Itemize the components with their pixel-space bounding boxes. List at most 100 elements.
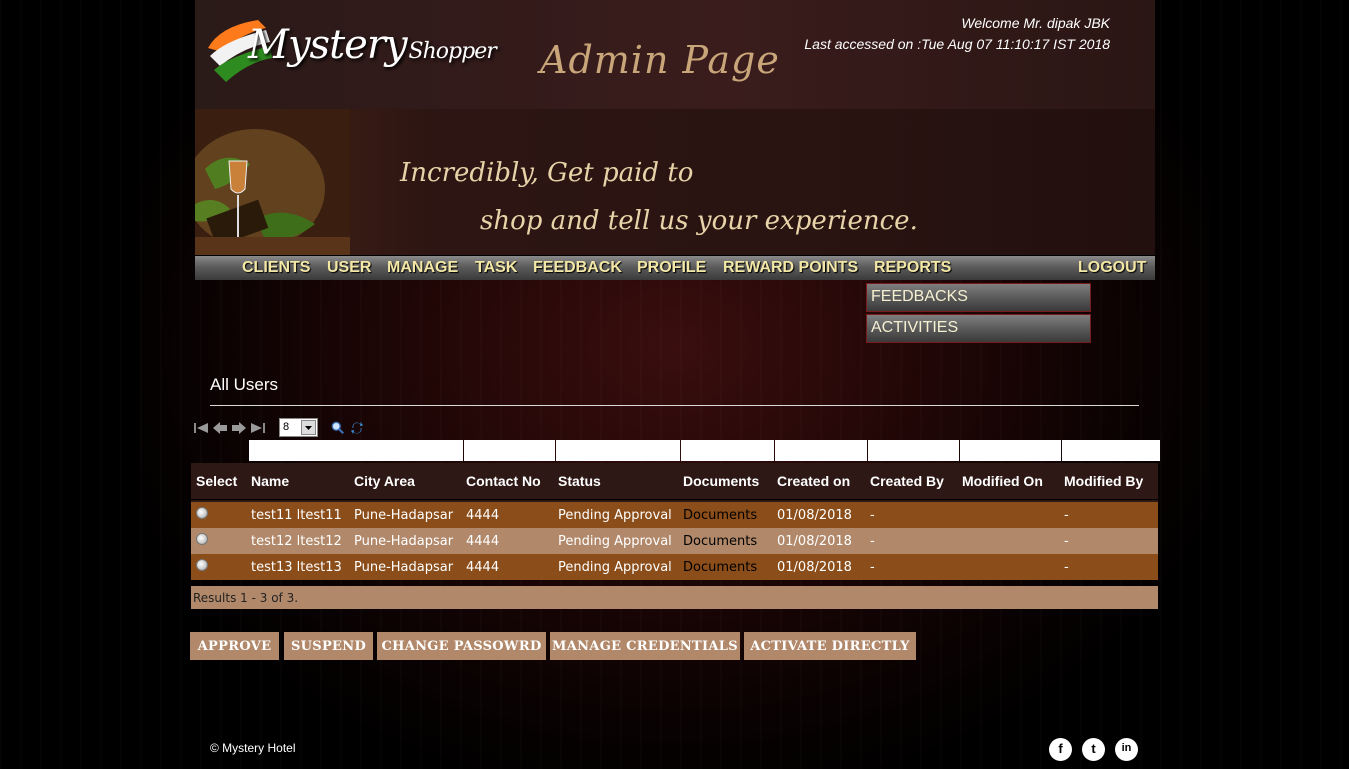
col-select[interactable]: Select <box>191 463 246 500</box>
documents-link[interactable]: Documents <box>683 560 757 575</box>
change-password-button[interactable]: CHANGE PASSOWRD <box>377 632 546 660</box>
nav-reward-points[interactable]: REWARD POINTS <box>723 259 858 277</box>
table-row[interactable]: test13 ltest13 Pune-Hadapsar 4444 Pendin… <box>191 554 1158 580</box>
cell-status: Pending Approval <box>553 502 678 528</box>
hero-banner: Incredibly, Get paid to shop and tell us… <box>195 109 1155 256</box>
cell-created-by: - <box>865 502 957 528</box>
cell-modified-by: - <box>1059 528 1158 554</box>
col-name[interactable]: Name <box>246 463 349 500</box>
welcome-panel: Welcome Mr. dipak JBK Last accessed on :… <box>804 13 1110 55</box>
dropdown-item-activities[interactable]: ACTIVITIES <box>866 314 1091 343</box>
logo-text: MysteryShopper <box>248 22 497 68</box>
documents-link[interactable]: Documents <box>683 534 757 549</box>
reports-dropdown: FEEDBACKS ACTIVITIES <box>866 283 1091 345</box>
welcome-text: Welcome Mr. dipak JBK <box>961 15 1110 31</box>
filter-status-input[interactable] <box>556 440 680 461</box>
cell-created-by: - <box>865 528 957 554</box>
filter-city-input[interactable] <box>352 440 463 461</box>
nav-clients[interactable]: CLIENTS <box>242 259 310 277</box>
page-size-value: 8 <box>283 421 290 433</box>
col-modified-by[interactable]: Modified By <box>1059 463 1158 500</box>
site-logo[interactable]: MysteryShopper <box>200 10 510 100</box>
manage-credentials-button[interactable]: MANAGE CREDENTIALS <box>550 632 740 660</box>
filter-documents-input[interactable] <box>681 440 774 461</box>
tagline-line-1: Incredibly, Get paid to <box>400 158 694 188</box>
col-city-area[interactable]: City Area <box>349 463 461 500</box>
row-select-radio[interactable] <box>196 533 208 545</box>
cell-modified-by: - <box>1059 554 1158 580</box>
filter-modified-by-input[interactable] <box>1062 440 1160 461</box>
nav-user[interactable]: USER <box>327 259 371 277</box>
cell-created-by: - <box>865 554 957 580</box>
next-page-icon[interactable] <box>231 421 247 435</box>
col-modified-on[interactable]: Modified On <box>957 463 1059 500</box>
documents-link[interactable]: Documents <box>683 508 757 523</box>
table-row[interactable]: test12 ltest12 Pune-Hadapsar 4444 Pendin… <box>191 528 1158 554</box>
cell-contact: 4444 <box>461 554 553 580</box>
filter-contact-input[interactable] <box>464 440 555 461</box>
nav-logout[interactable]: LOGOUT <box>1078 259 1146 277</box>
tagline-line-2: shop and tell us your experience. <box>480 206 918 236</box>
filter-modified-on-input[interactable] <box>960 440 1061 461</box>
cell-contact: 4444 <box>461 528 553 554</box>
last-page-icon[interactable] <box>250 421 266 435</box>
col-created-by[interactable]: Created By <box>865 463 957 500</box>
table-row[interactable]: test11 ltest11 Pune-Hadapsar 4444 Pendin… <box>191 502 1158 528</box>
twitter-icon[interactable]: t <box>1082 738 1105 761</box>
main-nav: CLIENTS USER MANAGE TASK FEEDBACK PROFIL… <box>195 256 1155 280</box>
search-icon[interactable] <box>330 421 346 435</box>
table-header-row: Select Name City Area Contact No Status … <box>191 463 1158 500</box>
first-page-icon[interactable] <box>193 421 209 435</box>
refresh-icon[interactable] <box>349 421 365 435</box>
cell-modified-on <box>957 554 1059 580</box>
cell-created-on: 01/08/2018 <box>772 528 865 554</box>
page-title: All Users <box>210 375 279 394</box>
row-select-radio[interactable] <box>196 507 208 519</box>
cell-status: Pending Approval <box>553 528 678 554</box>
chevron-down-icon <box>301 420 316 435</box>
facebook-icon[interactable]: f <box>1049 738 1072 761</box>
cell-created-on: 01/08/2018 <box>772 502 865 528</box>
cell-contact: 4444 <box>461 502 553 528</box>
page-size-select[interactable]: 8 <box>279 418 318 437</box>
cell-city: Pune-Hadapsar <box>349 528 461 554</box>
title-divider <box>210 405 1139 406</box>
filter-created-on-input[interactable] <box>775 440 867 461</box>
nav-task[interactable]: TASK <box>475 259 517 277</box>
linkedin-icon[interactable]: in <box>1115 738 1138 761</box>
nav-profile[interactable]: PROFILE <box>637 259 706 277</box>
users-table: Select Name City Area Contact No Status … <box>191 463 1158 580</box>
cell-modified-by: - <box>1059 502 1158 528</box>
cell-modified-on <box>957 528 1059 554</box>
banner-tagline: Incredibly, Get paid to shop and tell us… <box>400 149 918 245</box>
cell-modified-on <box>957 502 1059 528</box>
nav-reports[interactable]: REPORTS <box>874 259 951 277</box>
cell-status: Pending Approval <box>553 554 678 580</box>
cell-name: test12 ltest12 <box>246 528 349 554</box>
nav-feedback[interactable]: FEEDBACK <box>533 259 622 277</box>
cell-name: test11 ltest11 <box>246 502 349 528</box>
col-status[interactable]: Status <box>553 463 678 500</box>
footer-copyright: © Mystery Hotel <box>210 741 296 755</box>
admin-page-title: Admin Page <box>540 38 780 82</box>
approve-button[interactable]: APPROVE <box>190 632 279 660</box>
nav-manage[interactable]: MANAGE <box>387 259 458 277</box>
wine-glass-image <box>195 109 350 255</box>
cell-city: Pune-Hadapsar <box>349 554 461 580</box>
prev-page-icon[interactable] <box>212 421 228 435</box>
activate-directly-button[interactable]: ACTIVATE DIRECTLY <box>744 632 916 660</box>
cell-city: Pune-Hadapsar <box>349 502 461 528</box>
col-created-on[interactable]: Created on <box>772 463 865 500</box>
filter-name-input[interactable] <box>249 440 352 461</box>
filter-created-by-input[interactable] <box>868 440 959 461</box>
results-summary: Results 1 - 3 of 3. <box>191 586 1158 609</box>
cell-created-on: 01/08/2018 <box>772 554 865 580</box>
cell-name: test13 ltest13 <box>246 554 349 580</box>
suspend-button[interactable]: SUSPEND <box>284 632 373 660</box>
row-select-radio[interactable] <box>196 559 208 571</box>
site-header: MysteryShopper Admin Page Welcome Mr. di… <box>195 0 1155 109</box>
dropdown-item-feedbacks[interactable]: FEEDBACKS <box>866 283 1091 312</box>
col-documents[interactable]: Documents <box>678 463 772 500</box>
last-accessed-text: Last accessed on :Tue Aug 07 11:10:17 IS… <box>804 36 1110 52</box>
col-contact-no[interactable]: Contact No <box>461 463 553 500</box>
